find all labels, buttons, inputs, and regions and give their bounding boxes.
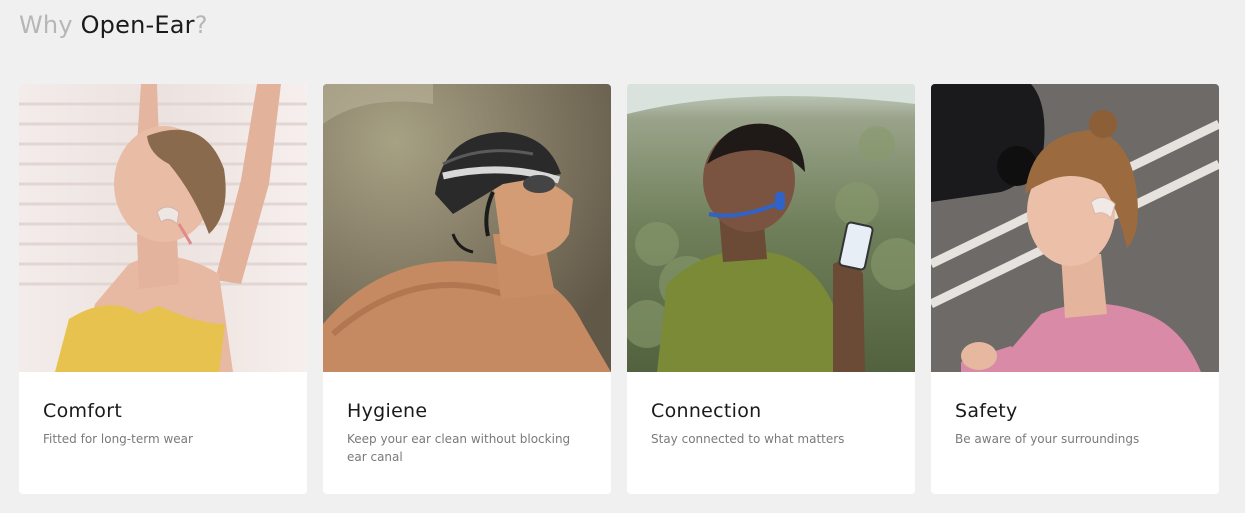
connection-photo [627,84,915,372]
heading-suffix: ? [194,11,208,39]
feature-cards: Comfort Fitted for long-term wear Hygien… [19,84,1219,494]
card-desc-connection: Stay connected to what matters [651,432,845,446]
hygiene-photo [323,84,611,372]
feature-card-safety[interactable]: Safety Be aware of your surroundings [931,84,1219,494]
card-desc-hygiene: Keep your ear clean without blocking ear… [347,432,571,464]
safety-photo [931,84,1219,372]
card-desc-safety: Be aware of your surroundings [955,432,1140,446]
feature-card-connection[interactable]: Connection Stay connected to what matter… [627,84,915,494]
card-title-connection: Connection [651,400,762,422]
feature-card-comfort[interactable]: Comfort Fitted for long-term wear [19,84,307,494]
comfort-photo [19,84,307,372]
card-title-safety: Safety [955,400,1018,422]
heading-prefix: Why [19,11,73,39]
card-title-hygiene: Hygiene [347,400,428,422]
why-open-ear-section: Why Open-Ear? Comfort Fitted for long-te… [0,0,1245,513]
heading-highlight: Open-Ear [80,11,195,39]
section-heading: Why Open-Ear? [19,9,208,41]
feature-card-hygiene[interactable]: Hygiene Keep your ear clean without bloc… [323,84,611,494]
card-title-comfort: Comfort [43,400,123,422]
card-desc-comfort: Fitted for long-term wear [43,432,193,446]
